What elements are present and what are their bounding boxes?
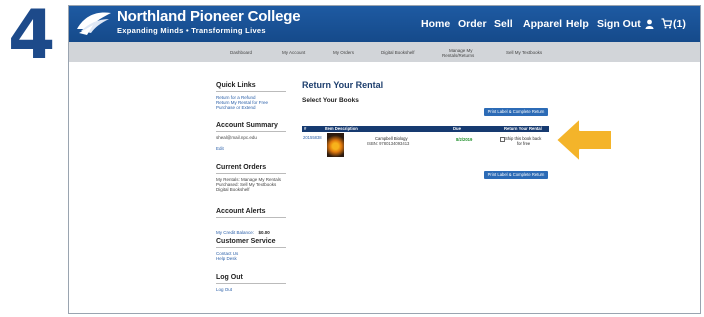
credit-balance-value: $0.00 bbox=[258, 230, 270, 235]
customer-service-title: Customer Service bbox=[216, 238, 276, 245]
divider bbox=[216, 131, 286, 132]
col-return: Return Your Rental bbox=[504, 126, 542, 131]
cart-icon[interactable] bbox=[661, 18, 672, 29]
digital-bookshelf-link[interactable]: Digital Bookshelf bbox=[216, 187, 286, 192]
subnav-digital-bookshelf[interactable]: Digital Bookshelf bbox=[381, 50, 415, 55]
nav-sell[interactable]: Sell bbox=[494, 18, 513, 30]
site-header: Northland Pioneer College Expanding Mind… bbox=[69, 6, 700, 42]
order-number-link[interactable]: 20155838 bbox=[303, 135, 322, 140]
nav-apparel[interactable]: Apparel bbox=[523, 18, 562, 30]
current-orders-title: Current Orders bbox=[216, 164, 267, 171]
subnav-sell-textbooks[interactable]: Sell My Textbooks bbox=[506, 50, 542, 55]
nav-help[interactable]: Help bbox=[566, 18, 589, 30]
current-orders-section: Current Orders My Rentals: Manage My Ren… bbox=[216, 164, 286, 193]
account-summary-title: Account Summary bbox=[216, 122, 278, 129]
nav-home[interactable]: Home bbox=[421, 18, 450, 30]
due-date: 8/2/2019 bbox=[456, 137, 473, 142]
step-number: 4 bbox=[8, 0, 56, 75]
col-number: # bbox=[304, 126, 307, 131]
account-subnav: Dashboard My Account My Orders Digital B… bbox=[69, 42, 700, 62]
college-name[interactable]: Northland Pioneer College bbox=[117, 8, 301, 25]
account-email: sheal@mail.npc.edu bbox=[216, 135, 257, 140]
cart-count[interactable]: (1) bbox=[673, 18, 686, 30]
account-alerts-section: Account Alerts My Credit Balance: $0.00 bbox=[216, 208, 286, 239]
quick-links-title: Quick Links bbox=[216, 82, 256, 89]
col-due: Due bbox=[453, 126, 461, 131]
help-desk-link[interactable]: Help Desk bbox=[216, 256, 286, 261]
nav-sign-out[interactable]: Sign Out bbox=[597, 18, 641, 30]
college-logo-icon bbox=[77, 12, 111, 35]
divider bbox=[216, 283, 286, 284]
pointer-arrow-icon bbox=[555, 117, 613, 163]
nav-order[interactable]: Order bbox=[458, 18, 487, 30]
subnav-manage-rentals-line2[interactable]: Rentals/Returns bbox=[442, 53, 474, 58]
divider bbox=[216, 217, 286, 218]
log-out-title: Log Out bbox=[216, 274, 243, 281]
edit-account-link[interactable]: Edit bbox=[216, 146, 286, 151]
print-label-button-bottom[interactable]: Print Label & Complete Return bbox=[484, 171, 548, 179]
divider bbox=[216, 91, 286, 92]
page-title: Return Your Rental bbox=[302, 80, 384, 90]
credit-balance: My Credit Balance: $0.00 bbox=[216, 221, 286, 239]
book-cover-image bbox=[327, 133, 344, 157]
divider bbox=[216, 247, 286, 248]
tagline: Expanding Minds • Transforming Lives bbox=[117, 26, 266, 35]
table-header: # Item Description Due Return Your Renta… bbox=[302, 126, 549, 132]
page-subtitle: Select Your Books bbox=[302, 97, 359, 104]
divider bbox=[216, 173, 286, 174]
user-icon[interactable] bbox=[645, 19, 654, 29]
link-purchase-extend[interactable]: Purchase or Extend bbox=[216, 105, 286, 110]
return-label-line2[interactable]: for free bbox=[517, 141, 530, 146]
account-alerts-title: Account Alerts bbox=[216, 208, 266, 215]
customer-service-section: Customer Service Contact Us Help Desk bbox=[216, 238, 286, 261]
subnav-my-account[interactable]: My Account bbox=[282, 50, 305, 55]
log-out-link[interactable]: Log Out bbox=[216, 287, 286, 292]
account-summary-section: Account Summary sheal@mail.npc.edu Edit bbox=[216, 122, 286, 151]
browser-screenshot: Northland Pioneer College Expanding Mind… bbox=[68, 5, 701, 314]
log-out-section: Log Out Log Out bbox=[216, 274, 286, 292]
book-isbn: ISBN: 9780134093413 bbox=[367, 141, 410, 146]
col-item-description: Item Description bbox=[325, 126, 358, 131]
subnav-my-orders[interactable]: My Orders bbox=[333, 50, 354, 55]
print-label-button-top[interactable]: Print Label & Complete Return bbox=[484, 108, 548, 116]
credit-balance-label[interactable]: My Credit Balance: bbox=[216, 230, 254, 235]
subnav-dashboard[interactable]: Dashboard bbox=[230, 50, 252, 55]
quick-links-section: Quick Links Return for a Refund Return M… bbox=[216, 82, 286, 111]
